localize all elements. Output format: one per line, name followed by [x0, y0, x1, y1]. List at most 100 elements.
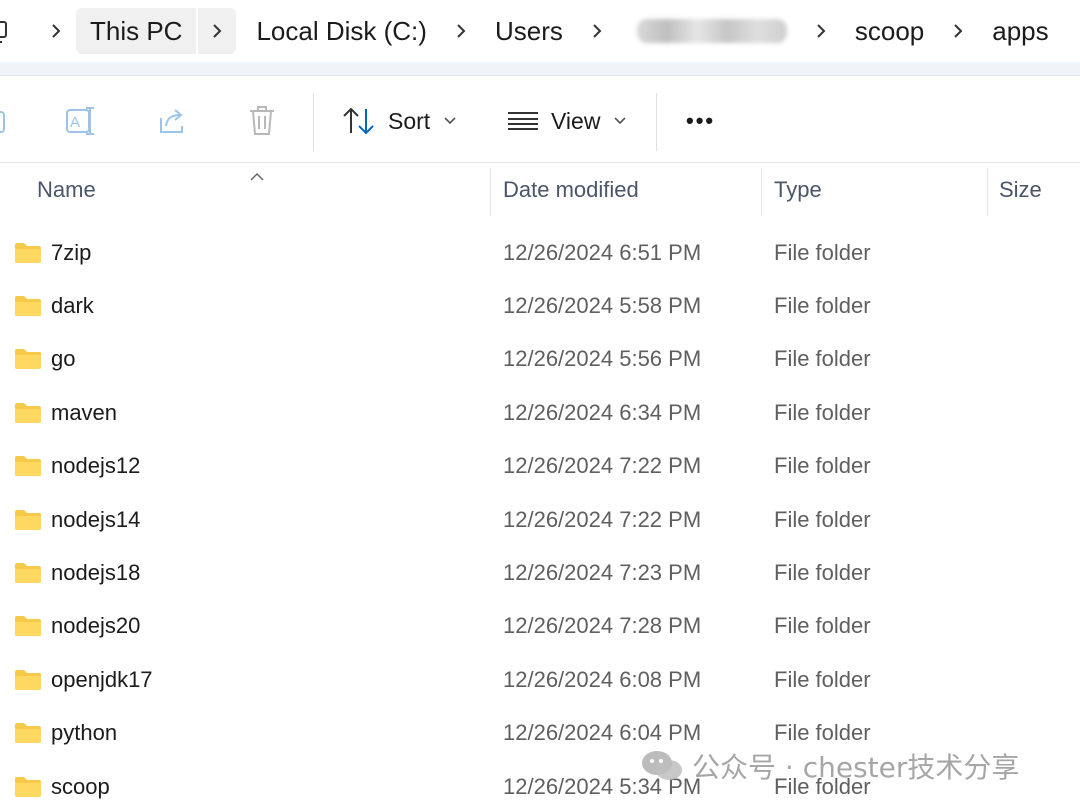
watermark-text: 公众号 · chester技术分享: [692, 751, 1020, 784]
share-button[interactable]: [158, 95, 188, 147]
file-date: 12/26/2024 5:56 PM: [503, 346, 702, 372]
file-name: scoop: [51, 773, 110, 799]
redacted-username: [636, 19, 787, 43]
file-name-cell[interactable]: go: [14, 333, 75, 386]
breadcrumb: This PC Local Disk (C:) Users scoop apps: [0, 0, 1063, 62]
more-options-button[interactable]: •••: [686, 95, 715, 147]
more-icon: •••: [686, 108, 716, 133]
folder-icon: [15, 296, 41, 317]
breadcrumb-chevron-icon[interactable]: [196, 8, 237, 54]
column-divider[interactable]: [987, 168, 988, 216]
breadcrumb-chevron-icon[interactable]: [36, 8, 76, 54]
folder-icon: [15, 402, 41, 423]
file-date: 12/26/2024 6:51 PM: [503, 239, 702, 265]
breadcrumb-users[interactable]: Users: [481, 8, 577, 54]
folder-icon: [15, 242, 41, 263]
file-name: nodejs20: [51, 613, 141, 639]
file-row[interactable]: nodejs14 12/26/2024 7:22 PM File folder: [0, 493, 1080, 546]
breadcrumb-scoop[interactable]: scoop: [841, 8, 938, 54]
address-bar: This PC Local Disk (C:) Users scoop apps: [0, 0, 1080, 62]
rename-button[interactable]: A: [66, 95, 98, 147]
sort-icon: [342, 106, 376, 136]
file-row[interactable]: openjdk17 12/26/2024 6:08 PM File folder: [0, 653, 1080, 706]
file-date: 12/26/2024 7:23 PM: [503, 560, 702, 586]
folder-icon: [15, 723, 41, 744]
file-type: File folder: [774, 399, 871, 425]
folder-icon: [15, 563, 41, 584]
file-name-cell[interactable]: scoop: [14, 760, 110, 809]
folder-icon: [15, 669, 41, 690]
file-name: nodejs18: [51, 560, 141, 586]
file-type: File folder: [774, 560, 871, 586]
file-row[interactable]: maven 12/26/2024 6:34 PM File folder: [0, 386, 1080, 439]
column-header-date[interactable]: Date modified: [503, 164, 639, 216]
file-date: 12/26/2024 7:22 PM: [503, 506, 702, 532]
sort-button[interactable]: Sort: [342, 95, 456, 147]
file-name-cell[interactable]: python: [14, 707, 117, 760]
file-name-cell[interactable]: nodejs20: [14, 600, 140, 653]
file-row[interactable]: nodejs12 12/26/2024 7:22 PM File folder: [0, 440, 1080, 493]
wechat-icon: [642, 751, 682, 780]
breadcrumb-chevron-icon[interactable]: [938, 8, 978, 54]
folder-icon: [15, 616, 41, 637]
breadcrumb-chevron-icon[interactable]: [801, 8, 841, 54]
file-name-cell[interactable]: maven: [14, 386, 117, 439]
file-row[interactable]: go 12/26/2024 5:56 PM File folder: [0, 333, 1080, 386]
view-list-icon: [507, 109, 539, 133]
file-list: 7zip 12/26/2024 6:51 PM File folder dark 12/…: [0, 226, 1080, 809]
file-row[interactable]: 7zip 12/26/2024 6:51 PM File folder: [0, 226, 1080, 279]
file-date: 12/26/2024 5:58 PM: [503, 293, 702, 319]
breadcrumb-apps[interactable]: apps: [978, 8, 1062, 54]
file-name-cell[interactable]: 7zip: [14, 226, 91, 279]
view-label: View: [551, 107, 601, 134]
breadcrumb-chevron-icon[interactable]: [577, 8, 617, 54]
address-bar-divider: [0, 62, 1080, 76]
file-date: 12/26/2024 6:34 PM: [503, 399, 702, 425]
sort-label: Sort: [388, 107, 431, 134]
file-name: openjdk17: [51, 666, 153, 692]
file-name: go: [51, 346, 76, 372]
file-type: File folder: [774, 666, 871, 692]
file-type: File folder: [774, 239, 871, 265]
share-icon: [158, 106, 188, 136]
file-name-cell[interactable]: nodejs18: [14, 546, 140, 599]
folder-icon: [15, 509, 41, 530]
chevron-down-icon: [444, 112, 456, 130]
file-name: dark: [51, 293, 94, 319]
file-name: 7zip: [51, 239, 92, 265]
file-name-cell[interactable]: nodejs14: [14, 493, 140, 546]
file-row[interactable]: nodejs18 12/26/2024 7:23 PM File folder: [0, 546, 1080, 599]
file-row[interactable]: nodejs20 12/26/2024 7:28 PM File folder: [0, 600, 1080, 653]
column-header-name[interactable]: Name: [37, 164, 96, 216]
delete-button[interactable]: [248, 95, 276, 147]
file-date: 12/26/2024 7:28 PM: [503, 613, 702, 639]
view-button[interactable]: View: [507, 95, 627, 147]
column-header-size[interactable]: Size: [999, 164, 1042, 216]
file-type: File folder: [774, 506, 871, 532]
breadcrumb-chevron-icon[interactable]: [441, 8, 481, 54]
breadcrumb-this-pc[interactable]: This PC: [76, 8, 197, 54]
folder-icon: [15, 456, 41, 477]
file-name: python: [51, 720, 118, 746]
file-date: 12/26/2024 6:08 PM: [503, 666, 702, 692]
file-type: File folder: [774, 613, 871, 639]
column-header-type[interactable]: Type: [774, 164, 822, 216]
toolbar-divider: [656, 93, 657, 151]
file-type: File folder: [774, 453, 871, 479]
file-row[interactable]: dark 12/26/2024 5:58 PM File folder: [0, 279, 1080, 332]
command-bar: A Sort View •••: [0, 77, 1080, 163]
column-header-row: Name Date modified Type Size: [0, 164, 1080, 216]
file-name-cell[interactable]: nodejs12: [14, 440, 140, 493]
breadcrumb-local-disk[interactable]: Local Disk (C:): [242, 8, 440, 54]
column-divider[interactable]: [490, 168, 491, 216]
breadcrumb-user-folder-redacted[interactable]: [617, 8, 801, 54]
this-pc-icon[interactable]: [0, 16, 14, 46]
new-item-button[interactable]: [0, 95, 10, 147]
file-name-cell[interactable]: dark: [14, 279, 94, 332]
file-date: 12/26/2024 7:22 PM: [503, 453, 702, 479]
column-divider[interactable]: [761, 168, 762, 216]
rename-icon: A: [66, 106, 98, 136]
folder-icon: [15, 776, 41, 797]
file-name-cell[interactable]: openjdk17: [14, 653, 153, 706]
toolbar-divider: [313, 93, 314, 151]
